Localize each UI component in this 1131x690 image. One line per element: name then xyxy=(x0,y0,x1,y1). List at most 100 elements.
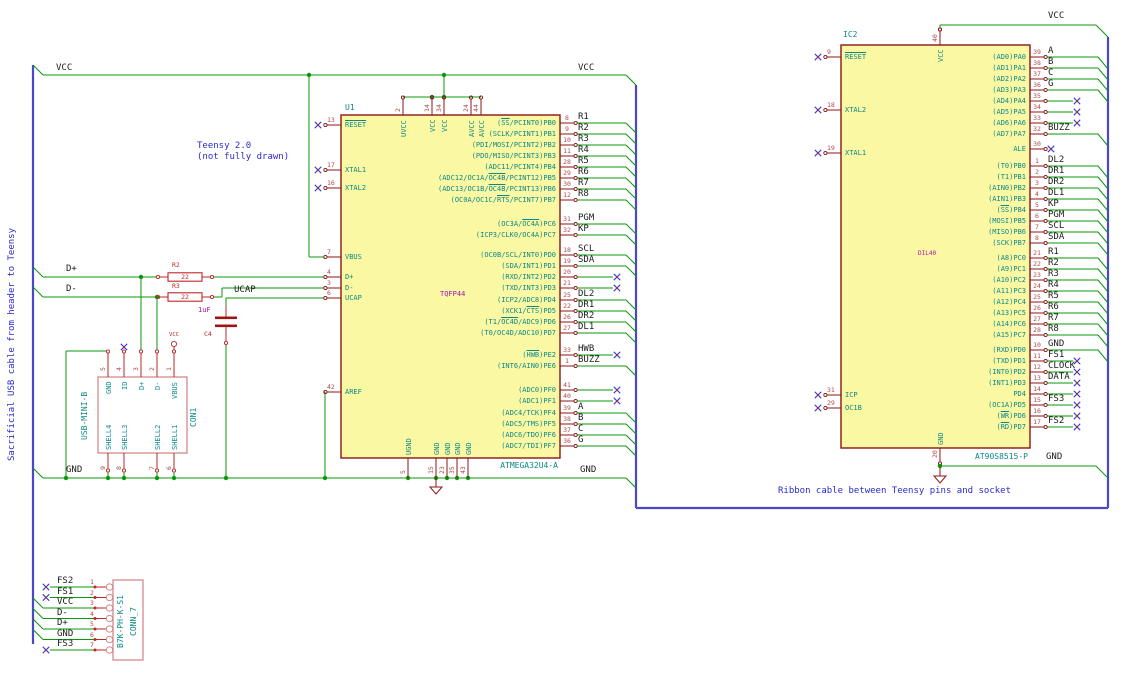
net-label: SDA xyxy=(578,255,595,265)
wire-segment xyxy=(1097,312,1109,326)
conn7-pin-number: 1 xyxy=(90,578,94,586)
conn7-pin-number: 6 xyxy=(90,630,94,639)
wire-segment xyxy=(1097,268,1109,282)
u1-pin-number: 1 xyxy=(565,357,569,365)
u1-pin-name: GND xyxy=(432,442,441,455)
net-label: A xyxy=(578,402,584,412)
net-label: HWB xyxy=(578,344,595,354)
net-label: PGM xyxy=(578,213,595,223)
ic2-pin-name: (AD3)PA3 xyxy=(992,86,1026,94)
junction-dot xyxy=(306,72,312,78)
ic2-pin-number: 2 xyxy=(1035,168,1039,176)
u1-pin-name: (ADC11/PCINT4)PB4 xyxy=(484,163,556,171)
u1-pin-number: 21 xyxy=(563,279,571,287)
c4-reference: C4 xyxy=(204,330,212,338)
wire-segment xyxy=(625,412,637,424)
con1-pin-number: 5 xyxy=(99,367,107,371)
net-label: D+ xyxy=(57,618,68,628)
pin-end-circle xyxy=(170,340,178,348)
u1-pin-name: (ADC4/TCK)PF4 xyxy=(501,409,556,417)
ic2-pin-name: (SS)PB4 xyxy=(996,206,1026,214)
schematic-canvas: Sacrificial USB cable from header to Tee… xyxy=(0,0,1131,690)
ic2-pin-number: 22 xyxy=(1033,260,1041,268)
net-label: PGM xyxy=(1048,210,1065,220)
con1-pin-name: VBUS xyxy=(170,381,179,399)
u1-pin-name: (HWB)PE2 xyxy=(522,351,556,359)
net-label: R1 xyxy=(1048,247,1059,257)
pin-end-circle xyxy=(105,349,111,354)
no-connect-icon xyxy=(817,407,819,409)
net-label: R8 xyxy=(1048,324,1059,334)
wire-segment xyxy=(625,299,637,311)
net-label: KP xyxy=(578,224,589,234)
ic2-pin-name: GND xyxy=(936,432,945,445)
wire-segment xyxy=(625,434,637,446)
no-connect-icon xyxy=(616,389,618,391)
u1-pin-number: 8 xyxy=(565,114,569,122)
u1-pin-name: (ADC5/TMS)PF5 xyxy=(501,420,556,428)
no-connect-icon xyxy=(616,400,618,402)
wire-segment xyxy=(1097,176,1109,190)
wire-segment xyxy=(625,144,637,156)
wire-segment xyxy=(1097,187,1109,201)
wire-segment xyxy=(1097,209,1109,223)
wire-segment xyxy=(625,254,637,266)
u1-pin-number: 25 xyxy=(563,291,571,299)
ic2-pin-name: (T0)PB0 xyxy=(996,162,1026,170)
ic2-pin-name: (MOSI)PB5 xyxy=(988,217,1026,225)
wire-segment xyxy=(1095,24,1109,38)
wire-segment xyxy=(625,477,637,489)
conn7-pin-circle xyxy=(105,635,114,644)
net-label-vcc-right: VCC xyxy=(578,63,595,73)
ic2-pin-name: (WR)PD6 xyxy=(996,412,1026,420)
conn7-pin-circle xyxy=(105,625,114,633)
net-label-vcc-left: VCC xyxy=(56,63,73,73)
net-label: R1 xyxy=(578,112,589,122)
net-label: C xyxy=(1048,68,1054,78)
ic2-pin-number: 38 xyxy=(1033,59,1041,67)
ic2-pin-number: 32 xyxy=(1033,125,1041,133)
no-connect-icon xyxy=(45,596,47,599)
ic2-pin-name: (A13)PC5 xyxy=(992,309,1026,317)
net-label: G xyxy=(578,435,584,445)
u1-pin-name: VCC xyxy=(428,119,437,133)
ic2-pin-name: (T1)PB1 xyxy=(996,173,1026,181)
u1-pin-name: (ADC13/OC1B/OC4B/PCINT13)PB6 xyxy=(437,185,556,193)
note-sacrificial-usb: Sacrificial USB cable from header to Tee… xyxy=(7,228,17,461)
net-label: R5 xyxy=(578,156,589,166)
ic2-pin-name: (AD0)PA0 xyxy=(992,53,1026,61)
con1-pin-number: 7 xyxy=(148,466,156,470)
u1-pin-name: AREF xyxy=(345,388,362,396)
net-label: DR2 xyxy=(1048,177,1065,187)
con1-pin-number: 8 xyxy=(115,466,123,470)
no-connect-icon xyxy=(317,187,319,189)
net-label: R2 xyxy=(578,123,589,133)
u1-pin-name: (INT6/AIN0)PE6 xyxy=(496,362,556,370)
no-connect-icon xyxy=(317,124,319,126)
ic2-pin-number: 28 xyxy=(1033,326,1041,334)
net-label: DL2 xyxy=(1048,155,1065,165)
u1-pin-number: 14 xyxy=(423,104,431,112)
ic2-pin-number: 17 xyxy=(1033,418,1041,426)
net-label-vcc-ic2: VCC xyxy=(1048,11,1065,21)
con1-pin-name: SHELL1 xyxy=(170,424,179,450)
u1-pin-name: AVCC xyxy=(477,119,486,137)
u1-pin-name: (PDO/MISO/PCINT3)PB3 xyxy=(471,152,556,160)
wire-segment xyxy=(1097,349,1109,363)
net-label: R7 xyxy=(1048,313,1059,323)
ic2-pin-number: 3 xyxy=(1035,179,1039,187)
conn7-pin-number: 4 xyxy=(90,609,94,618)
u1-pin-number: 20 xyxy=(563,268,571,276)
wire-segment xyxy=(1097,56,1109,70)
net-label: BUZZ xyxy=(1048,123,1070,133)
u1-pin-number: 33 xyxy=(563,346,571,354)
no-connect-icon xyxy=(1076,382,1078,384)
wire-segment xyxy=(1097,89,1109,103)
wire-segment xyxy=(32,629,44,640)
pin-end-circle xyxy=(154,349,160,354)
u1-pin-number: 19 xyxy=(563,257,571,265)
con1-pin-number: 1 xyxy=(165,367,173,371)
net-label-gnd-left: GND xyxy=(66,465,83,475)
wire-segment xyxy=(1097,301,1109,315)
u1-pin-number: 3 xyxy=(327,279,331,287)
